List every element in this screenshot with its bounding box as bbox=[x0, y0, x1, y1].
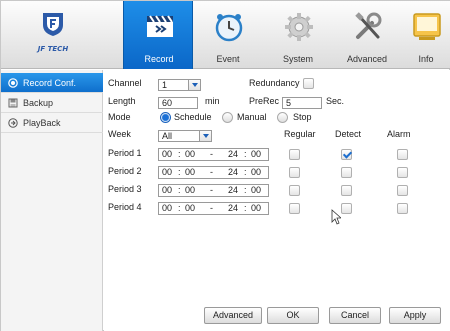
sidebar-item-label: PlayBack bbox=[23, 118, 61, 128]
gear-icon bbox=[285, 13, 313, 41]
mode-radio-schedule[interactable] bbox=[160, 112, 171, 123]
sidebar-item-label: Record Conf. bbox=[23, 78, 77, 88]
tab-record-label: Record bbox=[144, 54, 174, 64]
start-minute: 00 bbox=[185, 185, 196, 195]
length-unit: min bbox=[205, 96, 220, 106]
alarm-checkbox[interactable] bbox=[397, 203, 408, 214]
period-time-input[interactable]: 00 : 00 - 24 : 00 bbox=[158, 166, 269, 179]
tab-event-label: Event bbox=[216, 54, 240, 64]
brand-logo: JF TECH bbox=[21, 9, 85, 63]
chevron-down-icon bbox=[188, 80, 200, 90]
period-label: Period 2 bbox=[108, 166, 142, 176]
mode-label: Mode bbox=[108, 112, 131, 122]
mode-radio-manual[interactable] bbox=[222, 112, 233, 123]
week-value: All bbox=[162, 131, 173, 141]
detect-checkbox[interactable] bbox=[341, 185, 352, 196]
sidebar-item-backup[interactable]: Backup bbox=[1, 93, 103, 113]
period-label: Period 3 bbox=[108, 184, 142, 194]
sidebar: Record Conf. Backup PlayBack bbox=[1, 70, 103, 331]
period-time-input[interactable]: 00 : 00 - 24 : 00 bbox=[158, 184, 269, 197]
tab-info-label: Info bbox=[418, 54, 434, 64]
tools-icon bbox=[355, 12, 382, 39]
regular-checkbox[interactable] bbox=[289, 203, 300, 214]
length-label: Length bbox=[108, 96, 136, 106]
ok-button[interactable]: OK bbox=[267, 307, 319, 324]
alarm-checkbox[interactable] bbox=[397, 167, 408, 178]
alarm-clock-icon bbox=[215, 14, 243, 42]
channel-value: 1 bbox=[162, 80, 168, 90]
length-value: 60 bbox=[162, 98, 173, 108]
tab-event[interactable]: Event bbox=[193, 1, 263, 69]
sidebar-item-label: Backup bbox=[23, 98, 54, 108]
end-minute: 00 bbox=[251, 149, 262, 159]
mode-option-stop: Stop bbox=[293, 112, 312, 122]
start-minute: 00 bbox=[185, 203, 196, 213]
backup-icon bbox=[8, 98, 18, 108]
redundancy-label: Redundancy bbox=[249, 78, 300, 88]
end-hour: 24 bbox=[228, 185, 239, 195]
prerec-label: PreRec bbox=[249, 96, 280, 106]
mode-radio-stop[interactable] bbox=[277, 112, 288, 123]
brand-name: JF TECH bbox=[37, 45, 69, 53]
alarm-checkbox[interactable] bbox=[397, 149, 408, 160]
period-label: Period 4 bbox=[108, 202, 142, 212]
alarm-checkbox[interactable] bbox=[397, 185, 408, 196]
mode-option-manual: Manual bbox=[237, 112, 267, 122]
detect-checkbox[interactable] bbox=[341, 167, 352, 178]
logo-shield-icon bbox=[43, 13, 63, 36]
period-label: Period 1 bbox=[108, 148, 142, 158]
start-hour: 00 bbox=[162, 185, 173, 195]
apply-button[interactable]: Apply bbox=[389, 307, 441, 324]
column-header-detect: Detect bbox=[335, 129, 362, 139]
period-time-input[interactable]: 00 : 00 - 24 : 00 bbox=[158, 202, 269, 215]
end-hour: 24 bbox=[228, 167, 239, 177]
chevron-down-icon bbox=[199, 131, 211, 141]
start-hour: 00 bbox=[162, 149, 173, 159]
regular-checkbox[interactable] bbox=[289, 185, 300, 196]
redundancy-checkbox[interactable] bbox=[303, 78, 314, 89]
period-time-input[interactable]: 00 : 00 - 24 : 00 bbox=[158, 148, 269, 161]
prerec-input[interactable]: 5 bbox=[282, 97, 322, 109]
playback-icon bbox=[8, 118, 18, 128]
advanced-button[interactable]: Advanced bbox=[204, 307, 262, 324]
top-menu-bar: JF TECH Record Event System Advanced Inf… bbox=[1, 1, 450, 69]
record-icon bbox=[8, 78, 18, 88]
monitor-icon bbox=[413, 13, 441, 40]
record-clapper-icon bbox=[147, 15, 173, 37]
mouse-cursor-icon bbox=[331, 209, 341, 225]
channel-select[interactable]: 1 bbox=[158, 79, 201, 91]
dvr-window: JF TECH Record Event System Advanced Inf… bbox=[0, 0, 450, 331]
regular-checkbox[interactable] bbox=[289, 167, 300, 178]
start-minute: 00 bbox=[185, 167, 196, 177]
mode-option-schedule: Schedule bbox=[174, 112, 212, 122]
channel-label: Channel bbox=[108, 78, 142, 88]
end-hour: 24 bbox=[228, 203, 239, 213]
tab-info[interactable]: Info bbox=[387, 1, 450, 69]
end-minute: 00 bbox=[251, 203, 262, 213]
end-minute: 00 bbox=[251, 185, 262, 195]
start-hour: 00 bbox=[162, 203, 173, 213]
tab-record[interactable]: Record bbox=[123, 1, 193, 69]
length-input[interactable]: 60 bbox=[158, 97, 198, 109]
end-hour: 24 bbox=[228, 149, 239, 159]
sidebar-item-record-conf[interactable]: Record Conf. bbox=[1, 73, 103, 93]
record-conf-panel: Channel 1 Redundancy Length 60 min PreRe… bbox=[104, 70, 450, 331]
week-label: Week bbox=[108, 129, 131, 139]
regular-checkbox[interactable] bbox=[289, 149, 300, 160]
start-minute: 00 bbox=[185, 149, 196, 159]
week-select[interactable]: All bbox=[158, 130, 212, 142]
tab-system[interactable]: System bbox=[263, 1, 333, 69]
column-header-regular: Regular bbox=[284, 129, 316, 139]
start-hour: 00 bbox=[162, 167, 173, 177]
cancel-button[interactable]: Cancel bbox=[329, 307, 381, 324]
detect-checkbox[interactable] bbox=[341, 149, 352, 160]
sidebar-item-playback[interactable]: PlayBack bbox=[1, 113, 103, 133]
end-minute: 00 bbox=[251, 167, 262, 177]
prerec-unit: Sec. bbox=[326, 96, 345, 106]
column-header-alarm: Alarm bbox=[387, 129, 411, 139]
prerec-value: 5 bbox=[286, 98, 292, 108]
tab-system-label: System bbox=[282, 54, 313, 64]
detect-checkbox[interactable] bbox=[341, 203, 352, 214]
